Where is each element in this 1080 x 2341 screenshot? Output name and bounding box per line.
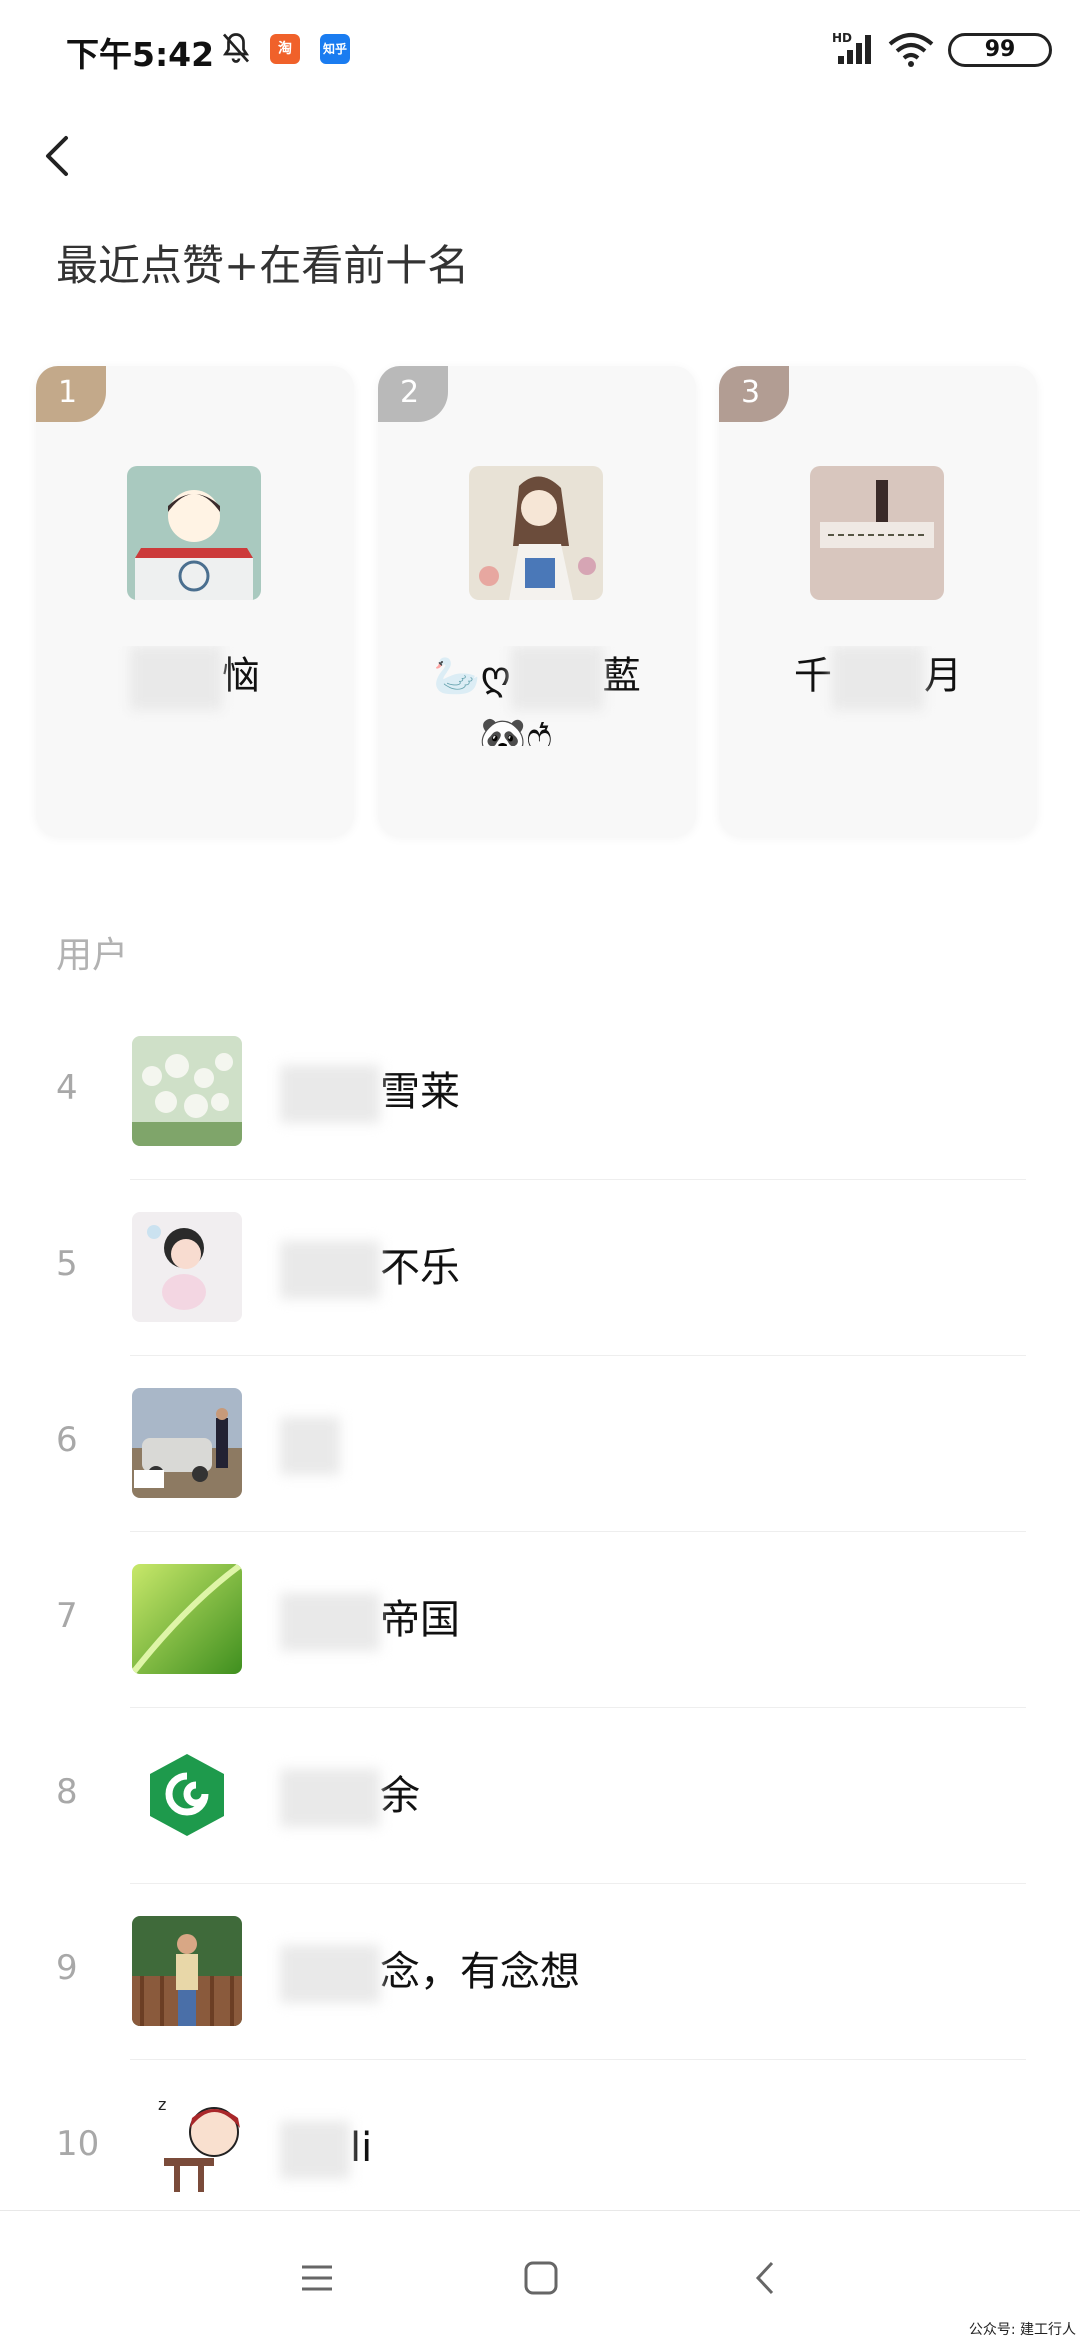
rank-number: 4 bbox=[56, 1068, 78, 1108]
rank-number: 9 bbox=[56, 1948, 78, 1988]
page-title: 最近点赞+在看前十名 bbox=[56, 241, 470, 290]
avatar bbox=[132, 1036, 242, 1146]
blurred-name bbox=[129, 646, 222, 710]
user-name: 不乐 bbox=[280, 1238, 460, 1299]
avatar bbox=[132, 1564, 242, 1674]
bell-muted-icon bbox=[218, 30, 254, 70]
svg-text:z: z bbox=[158, 2095, 166, 2114]
name-suffix: 月 bbox=[924, 653, 963, 698]
blurred-name bbox=[280, 1945, 380, 2003]
avatar bbox=[810, 466, 944, 600]
list-item[interactable]: 9 念，有念想 bbox=[0, 1884, 1080, 2060]
name-prefix: 🦢ღ bbox=[433, 653, 511, 698]
watermark: 公众号: 建工行人 bbox=[968, 2322, 1076, 2338]
user-name: 雪莱 bbox=[280, 1062, 460, 1123]
blurred-name bbox=[280, 1769, 380, 1827]
rank-number: 5 bbox=[56, 1244, 78, 1284]
top-card-2[interactable]: 2 🦢ღ 藍 🐼ෆ͙͛ ‿ bbox=[378, 366, 696, 836]
wifi-icon bbox=[886, 32, 936, 72]
blurred-name bbox=[280, 1065, 380, 1123]
list-item[interactable]: 7 帝国 bbox=[0, 1532, 1080, 1708]
status-time: 下午5:42 bbox=[66, 35, 215, 74]
name-text: 念，有念想 bbox=[380, 1949, 580, 1995]
avatar bbox=[127, 466, 261, 600]
avatar bbox=[132, 1916, 242, 2026]
user-name: 帝国 bbox=[280, 1590, 460, 1651]
status-bar: 下午5:42 淘 知乎 HD 99 bbox=[0, 0, 1080, 100]
user-name: 念，有念想 bbox=[280, 1942, 580, 2003]
list-item[interactable]: 5 不乐 bbox=[0, 1180, 1080, 1356]
avatar: z bbox=[154, 2088, 264, 2198]
user-name bbox=[280, 1414, 340, 1475]
card-name: 恼 bbox=[36, 646, 354, 746]
blurred-name bbox=[510, 646, 603, 710]
blurred-name bbox=[832, 646, 924, 710]
name-prefix: 千 bbox=[793, 653, 832, 698]
battery-indicator: 99 bbox=[948, 33, 1052, 67]
rank-badge-gold: 1 bbox=[36, 366, 106, 422]
signal-icon: HD bbox=[832, 30, 878, 70]
name-suffix: 恼 bbox=[221, 653, 260, 698]
avatar bbox=[469, 466, 603, 600]
rank-number: 6 bbox=[56, 1420, 78, 1460]
home-button[interactable] bbox=[518, 2255, 564, 2301]
blurred-name bbox=[280, 1593, 380, 1651]
top-card-1[interactable]: 1 恼 bbox=[36, 366, 354, 836]
rank-number: 10 bbox=[56, 2124, 100, 2164]
network-type: HD bbox=[832, 31, 852, 45]
zhihu-app-icon: 知乎 bbox=[320, 34, 350, 64]
rank-badge-bronze: 3 bbox=[719, 366, 789, 422]
list-item[interactable]: 8 余 bbox=[0, 1708, 1080, 1884]
user-name: 余 bbox=[280, 1766, 420, 1827]
system-back-button[interactable] bbox=[744, 2255, 790, 2301]
avatar bbox=[132, 1212, 242, 1322]
name-suffix: 藍 bbox=[602, 653, 641, 698]
avatar bbox=[132, 1388, 242, 1498]
card-name: 🦢ღ 藍 🐼ෆ͙͛ ‿ bbox=[378, 646, 696, 746]
back-button[interactable] bbox=[28, 126, 88, 186]
blurred-name bbox=[280, 1241, 380, 1299]
section-label-users: 用户 bbox=[56, 935, 129, 976]
triangle-back-icon bbox=[755, 2261, 774, 2295]
blurred-name bbox=[280, 1417, 340, 1475]
rank-number: 7 bbox=[56, 1596, 78, 1636]
top-card-3[interactable]: 3 千月 bbox=[719, 366, 1037, 836]
list-item[interactable]: 4 雪莱 bbox=[0, 1004, 1080, 1180]
blurred-name bbox=[280, 2121, 350, 2179]
name-text: 不乐 bbox=[380, 1245, 460, 1291]
avatar bbox=[132, 1740, 242, 1850]
name-text: 余 bbox=[380, 1773, 420, 1819]
square-home-icon bbox=[524, 2261, 558, 2295]
name-line-2: 🐼ෆ͙͛ ‿ bbox=[479, 715, 595, 746]
name-text: li bbox=[350, 2125, 373, 2171]
system-nav-bar: 公众号: 建工行人 bbox=[0, 2210, 1080, 2341]
recent-apps-button[interactable] bbox=[294, 2255, 340, 2301]
menu-icon bbox=[302, 2265, 332, 2291]
list-item[interactable]: 6 bbox=[0, 1356, 1080, 1532]
taobao-app-icon: 淘 bbox=[270, 34, 300, 64]
user-name: li bbox=[280, 2118, 372, 2179]
rank-badge-silver: 2 bbox=[378, 366, 448, 422]
card-name: 千月 bbox=[719, 646, 1037, 746]
chevron-left-icon bbox=[46, 136, 68, 176]
name-text: 帝国 bbox=[380, 1597, 460, 1643]
name-text: 雪莱 bbox=[380, 1069, 460, 1115]
rank-number: 8 bbox=[56, 1772, 78, 1812]
